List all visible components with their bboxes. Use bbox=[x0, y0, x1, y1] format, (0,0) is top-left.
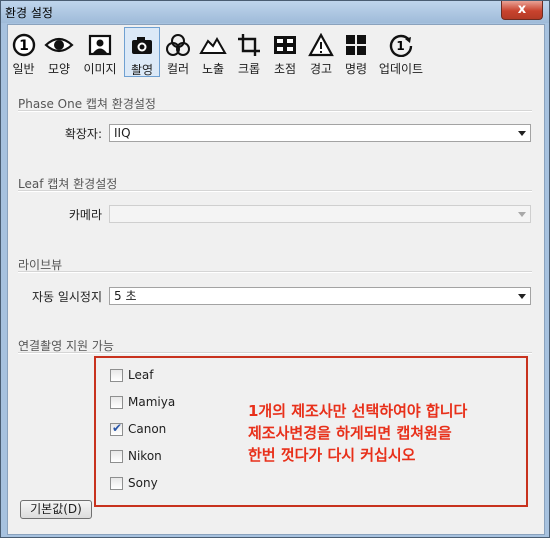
tab-focus[interactable]: 초점 bbox=[268, 27, 302, 77]
chevron-down-icon bbox=[518, 212, 526, 217]
chevron-down-icon bbox=[518, 294, 526, 299]
extension-label: 확장자: bbox=[64, 127, 102, 141]
tab-image[interactable]: 이미지 bbox=[79, 27, 121, 77]
section-divider bbox=[18, 352, 532, 354]
camera-select[interactable] bbox=[109, 205, 531, 223]
auto-pause-select[interactable]: 5 초 bbox=[109, 287, 531, 305]
tab-label: 촬영 bbox=[130, 63, 154, 77]
tab-label: 이미지 bbox=[83, 62, 117, 76]
tab-exposure[interactable]: 노출 bbox=[196, 27, 230, 77]
tab-crop[interactable]: 크롭 bbox=[232, 27, 266, 77]
tab-color[interactable]: 컬러 bbox=[162, 27, 194, 77]
extension-value: IIQ bbox=[114, 126, 131, 140]
section-divider bbox=[18, 190, 532, 192]
update-icon: 1 bbox=[389, 34, 413, 57]
tab-capture[interactable]: 촬영 bbox=[124, 27, 160, 77]
annotation-line-1: 1개의 제조사만 선택하여야 합니다 bbox=[248, 402, 468, 420]
warning-icon bbox=[308, 33, 334, 57]
svg-text:1: 1 bbox=[19, 38, 29, 54]
title-bar[interactable]: 환경 설정 x bbox=[1, 1, 549, 23]
camera-label: 카메라 bbox=[68, 208, 102, 222]
extension-select[interactable]: IIQ bbox=[109, 124, 531, 142]
portrait-icon bbox=[88, 34, 112, 56]
camera-icon bbox=[132, 37, 152, 54]
tab-commands[interactable]: 명령 bbox=[340, 27, 372, 77]
annotation-line-2: 제조사변경을 하게되면 캡쳐원을 bbox=[248, 424, 452, 442]
svg-text:1: 1 bbox=[396, 39, 404, 53]
eye-icon bbox=[44, 37, 74, 53]
auto-pause-value: 5 초 bbox=[114, 289, 137, 303]
info-circle-icon: 1 bbox=[12, 33, 35, 57]
defaults-button[interactable]: 기본값(D) bbox=[20, 500, 92, 519]
tab-general[interactable]: 1 일반 bbox=[8, 27, 39, 77]
color-circles-icon bbox=[166, 34, 190, 56]
tab-label: 크롭 bbox=[237, 62, 261, 76]
section-divider bbox=[18, 110, 532, 112]
commands-grid-icon bbox=[346, 35, 366, 55]
tab-label: 노출 bbox=[201, 62, 225, 76]
annotation-line-3: 한번 껏다가 다시 커십시오 bbox=[248, 446, 416, 464]
tab-appearance[interactable]: 모양 bbox=[41, 27, 77, 77]
tab-label: 업데이트 bbox=[378, 62, 424, 76]
close-button[interactable]: x bbox=[501, 1, 543, 20]
chevron-down-icon bbox=[518, 131, 526, 136]
tab-label: 명령 bbox=[344, 62, 368, 76]
tab-label: 일반 bbox=[12, 62, 35, 76]
category-toolbar: 1 일반 모양 이미지 촬영 컬러 노출 크롭 초점 경고 명령 1 업데이트 bbox=[8, 25, 544, 81]
tab-label: 모양 bbox=[47, 62, 71, 76]
tab-label: 경고 bbox=[309, 62, 333, 76]
focus-grid-icon bbox=[274, 36, 296, 54]
tab-label: 컬러 bbox=[166, 62, 190, 76]
auto-pause-label: 자동 일시정지 bbox=[31, 290, 102, 304]
tab-label: 초점 bbox=[273, 62, 297, 76]
crop-icon bbox=[238, 34, 260, 56]
tab-warnings[interactable]: 경고 bbox=[304, 27, 338, 77]
section-divider bbox=[18, 271, 532, 273]
tab-update[interactable]: 1 업데이트 bbox=[374, 27, 428, 77]
preferences-content: 1 일반 모양 이미지 촬영 컬러 노출 크롭 초점 경고 명령 1 업데이트 … bbox=[7, 24, 545, 535]
window-title: 환경 설정 bbox=[5, 6, 53, 20]
histogram-icon bbox=[199, 36, 227, 54]
preferences-window: 환경 설정 x 1 일반 모양 이미지 촬영 컬러 노출 크롭 초점 경고 명령… bbox=[0, 0, 550, 538]
